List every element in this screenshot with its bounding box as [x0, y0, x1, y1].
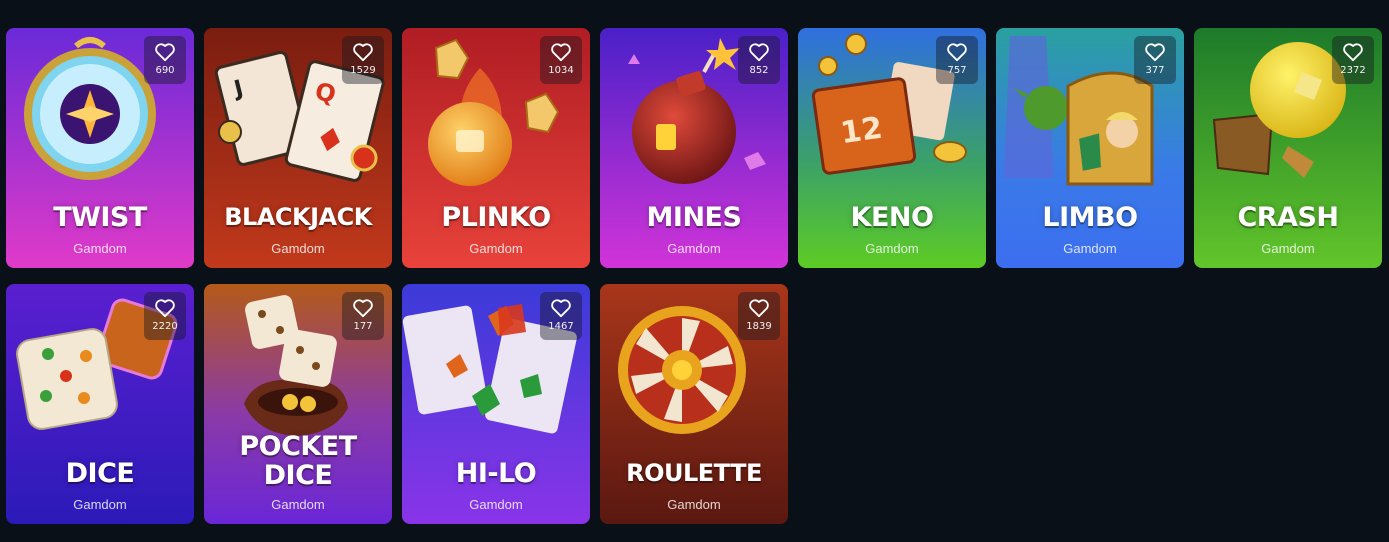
game-card-pocket-dice[interactable]: 177 POCKET DICE Gamdom — [204, 284, 392, 524]
heart-outline-icon — [749, 43, 769, 62]
game-provider: Gamdom — [469, 497, 523, 512]
heart-outline-icon — [155, 299, 175, 318]
favorite-count: 1034 — [548, 65, 574, 76]
game-title: ROULETTE — [626, 459, 762, 487]
favorite-count: 377 — [1145, 65, 1165, 76]
game-provider: Gamdom — [865, 241, 919, 256]
game-provider: Gamdom — [73, 497, 127, 512]
heart-outline-icon — [749, 299, 769, 318]
favorite-button[interactable]: 690 — [144, 36, 186, 84]
game-title: KENO — [850, 202, 934, 233]
heart-outline-icon — [155, 43, 175, 62]
game-provider: Gamdom — [271, 497, 325, 512]
game-title: MINES — [646, 202, 742, 233]
game-title: HI-LO — [455, 458, 537, 489]
favorite-count: 1839 — [746, 321, 772, 332]
favorite-button[interactable]: 2372 — [1332, 36, 1374, 84]
favorite-count: 757 — [947, 65, 967, 76]
favorite-count: 852 — [749, 65, 769, 76]
game-provider: Gamdom — [667, 497, 721, 512]
game-card-hi-lo[interactable]: 1467 HI-LO Gamdom — [402, 284, 590, 524]
favorite-count: 177 — [353, 321, 373, 332]
game-provider: Gamdom — [667, 241, 721, 256]
heart-outline-icon — [1343, 43, 1363, 62]
svg-text:12: 12 — [838, 111, 884, 151]
game-card-limbo[interactable]: 377 LIMBO Gamdom — [996, 28, 1184, 268]
favorite-button[interactable]: 1839 — [738, 292, 780, 340]
game-title: LIMBO — [1042, 202, 1138, 233]
favorite-count: 1529 — [350, 65, 376, 76]
favorite-button[interactable]: 1467 — [540, 292, 582, 340]
favorite-button[interactable]: 1034 — [540, 36, 582, 84]
favorite-button[interactable]: 852 — [738, 36, 780, 84]
favorite-count: 1467 — [548, 321, 574, 332]
game-provider: Gamdom — [1063, 241, 1117, 256]
heart-outline-icon — [947, 43, 967, 62]
favorite-count: 690 — [155, 65, 175, 76]
heart-outline-icon — [353, 299, 373, 318]
game-title: PLINKO — [441, 202, 551, 233]
game-card-dice[interactable]: 2220 DICE Gamdom — [6, 284, 194, 524]
favorite-button[interactable]: 177 — [342, 292, 384, 340]
game-title: POCKET DICE — [239, 431, 357, 491]
game-card-keno[interactable]: 12 757 KENO Gamdom — [798, 28, 986, 268]
game-card-roulette[interactable]: 1839 ROULETTE Gamdom — [600, 284, 788, 524]
game-title: CRASH — [1237, 202, 1339, 233]
game-card-crash[interactable]: 2372 CRASH Gamdom — [1194, 28, 1382, 268]
game-title: BLACKJACK — [224, 203, 372, 231]
heart-outline-icon — [353, 43, 373, 62]
game-title: DICE — [65, 458, 135, 489]
game-provider: Gamdom — [469, 241, 523, 256]
game-card-blackjack[interactable]: J Q 1529 BLACKJACK Gamdom — [204, 28, 392, 268]
game-provider: Gamdom — [73, 241, 127, 256]
game-card-twist[interactable]: 690 TWIST Gamdom — [6, 28, 194, 268]
favorite-count: 2220 — [152, 321, 178, 332]
favorite-count: 2372 — [1340, 65, 1366, 76]
heart-outline-icon — [1145, 43, 1165, 62]
favorite-button[interactable]: 377 — [1134, 36, 1176, 84]
game-card-plinko[interactable]: 1034 PLINKO Gamdom — [402, 28, 590, 268]
heart-outline-icon — [551, 43, 571, 62]
favorite-button[interactable]: 1529 — [342, 36, 384, 84]
favorite-button[interactable]: 757 — [936, 36, 978, 84]
game-provider: Gamdom — [271, 241, 325, 256]
heart-outline-icon — [551, 299, 571, 318]
game-title: TWIST — [53, 202, 147, 233]
game-card-mines[interactable]: 852 MINES Gamdom — [600, 28, 788, 268]
game-grid: 690 TWIST Gamdom J Q 1529 BLACKJACK Gamd… — [6, 28, 1382, 524]
favorite-button[interactable]: 2220 — [144, 292, 186, 340]
game-provider: Gamdom — [1261, 241, 1315, 256]
